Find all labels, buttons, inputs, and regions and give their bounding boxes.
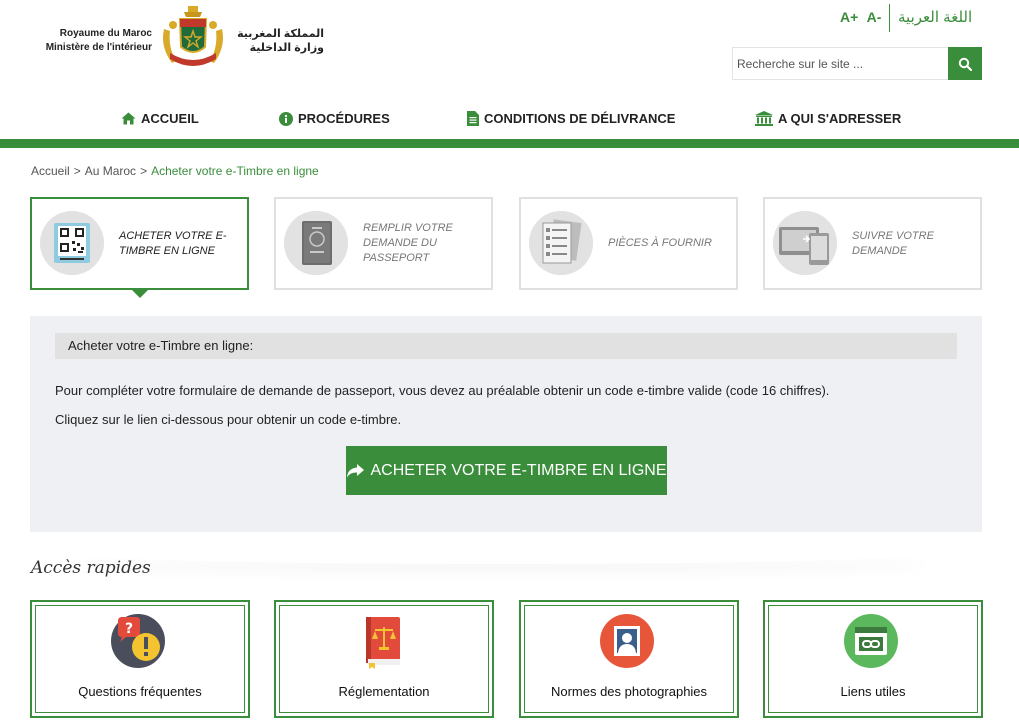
- ministry-fr-line2: Ministère de l'intérieur: [45, 42, 152, 53]
- info-icon: [279, 111, 293, 126]
- step-label: SUIVRE VOTRE DEMANDE: [852, 229, 934, 257]
- search-box: [732, 47, 982, 80]
- breadcrumb-separator: >: [73, 164, 81, 178]
- breadcrumb-accueil[interactable]: Accueil: [31, 164, 70, 178]
- step-label: REMPLIR VOTRE DEMANDE DU PASSEPORT: [363, 222, 453, 264]
- panel-paragraph-1: Pour compléter votre formulaire de deman…: [55, 383, 830, 398]
- photo-portrait-icon: [600, 614, 654, 668]
- nav-accent-bar: [0, 139, 1019, 148]
- passport-icon: [284, 211, 348, 275]
- breadcrumb-separator: >: [140, 164, 148, 178]
- ministry-ar-line2: وزارة الداخلية: [249, 42, 324, 54]
- quick-access-title: Accès rapides: [31, 558, 151, 578]
- quick-card-faq[interactable]: ? Questions fréquentes: [30, 600, 250, 718]
- svg-text:?: ?: [125, 621, 133, 637]
- buy-etimbre-button[interactable]: ACHETER VOTRE E-TIMBRE EN LIGNE: [346, 446, 667, 495]
- nav-label-procedures: PROCÉDURES: [298, 111, 390, 126]
- buy-etimbre-button-label: ACHETER VOTRE E-TIMBRE EN LIGNE: [370, 461, 667, 479]
- coat-of-arms-logo[interactable]: [158, 3, 228, 73]
- quick-card-label: Liens utiles: [840, 684, 906, 699]
- step-remplir-demande[interactable]: REMPLIR VOTRE DEMANDE DU PASSEPORT: [274, 197, 493, 290]
- quick-card-liens-utiles[interactable]: Liens utiles: [763, 600, 983, 718]
- search-button[interactable]: [948, 47, 982, 80]
- font-size-tools: A+ A-: [840, 9, 886, 25]
- nav-label-accueil: ACCUEIL: [141, 111, 199, 126]
- documents-icon: [529, 211, 593, 275]
- quick-card-normes-photos[interactable]: Normes des photographies: [519, 600, 739, 718]
- nav-label-conditions: CONDITIONS DE DÉLIVRANCE: [484, 111, 676, 126]
- active-step-pointer: [132, 290, 148, 298]
- breadcrumb-au-maroc[interactable]: Au Maroc: [85, 164, 136, 178]
- step-label: ACHETER VOTRE E-TIMBRE EN LIGNE: [119, 229, 227, 257]
- search-icon: [958, 57, 972, 71]
- faq-icon: ?: [111, 614, 165, 668]
- section-shadow-divider: [60, 540, 940, 564]
- ministry-name-fr: Royaume du Maroc Ministère de l'intérieu…: [30, 27, 152, 55]
- quick-card-reglementation[interactable]: Réglementation: [274, 600, 494, 718]
- ministry-ar-line1: المملكة المغربية: [237, 28, 324, 40]
- home-icon: [121, 112, 136, 125]
- document-icon: [467, 111, 479, 126]
- nav-label-a-qui-sadresser: A QUI S'ADRESSER: [778, 111, 902, 126]
- step-pieces-a-fournir[interactable]: PIÈCES À FOURNIR: [519, 197, 738, 290]
- step-acheter-etimbre[interactable]: ACHETER VOTRE E-TIMBRE EN LIGNE: [30, 197, 249, 298]
- nav-item-a-qui-sadresser[interactable]: A QUI S'ADRESSER: [755, 111, 901, 126]
- nav-item-accueil[interactable]: ACCUEIL: [121, 111, 199, 126]
- panel-paragraph-2: Cliquez sur le lien ci-dessous pour obte…: [55, 412, 402, 427]
- panel-title: Acheter votre e-Timbre en ligne:: [55, 333, 957, 359]
- step-suivre-demande[interactable]: SUIVRE VOTRE DEMANDE: [763, 197, 982, 290]
- devices-icon: [773, 211, 837, 275]
- link-icon: [844, 614, 898, 668]
- font-decrease-button[interactable]: A-: [867, 9, 882, 25]
- language-switch-arabic[interactable]: اللغة العربية: [898, 8, 972, 26]
- nav-item-conditions[interactable]: CONDITIONS DE DÉLIVRANCE: [467, 111, 675, 126]
- quick-card-label: Normes des photographies: [550, 684, 708, 699]
- law-book-icon: [366, 617, 400, 669]
- nav-item-procedures[interactable]: PROCÉDURES: [279, 111, 390, 126]
- search-input[interactable]: [733, 48, 949, 79]
- ministry-fr-line1: Royaume du Maroc: [59, 28, 152, 39]
- font-increase-button[interactable]: A+: [840, 9, 858, 25]
- quick-card-label: Réglementation: [338, 684, 430, 699]
- qr-stamp-icon: [40, 211, 104, 275]
- site-header: Royaume du Maroc Ministère de l'intérieu…: [0, 0, 1019, 100]
- content-panel: Acheter votre e-Timbre en ligne: Pour co…: [30, 316, 982, 532]
- step-label: PIÈCES À FOURNIR: [608, 237, 712, 249]
- ministry-name-ar: المملكة المغربية وزارة الداخلية: [232, 27, 324, 55]
- quick-card-label: Questions fréquentes: [78, 684, 202, 699]
- share-arrow-icon: [347, 463, 365, 477]
- breadcrumb: Accueil > Au Maroc > Acheter votre e-Timbre …: [31, 164, 319, 178]
- breadcrumb-current: Acheter votre e-Timbre en ligne: [151, 164, 319, 178]
- bank-icon: [755, 111, 773, 126]
- main-navigation: ACCUEIL PROCÉDURES CONDITIONS DE DÉLIVRA…: [0, 104, 1019, 140]
- language-divider: [889, 4, 890, 32]
